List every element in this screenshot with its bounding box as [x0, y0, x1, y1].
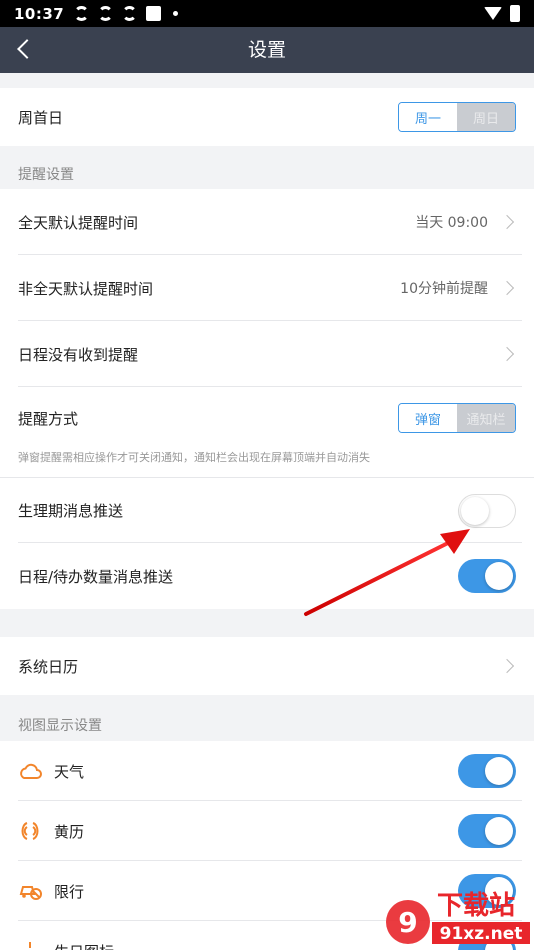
view-item-label: 黄历 [54, 822, 85, 841]
system-calendar-row[interactable]: 系统日历 [0, 637, 534, 695]
view-item-weather: 天气 [0, 741, 534, 801]
battery-icon [510, 5, 520, 22]
nonallday-reminder-row[interactable]: 非全天默认提醒时间 10分钟前提醒 [0, 255, 534, 321]
week-start-segmented[interactable]: 周一 周日 [398, 102, 516, 132]
watermark-sub: 91xz.net [440, 924, 523, 944]
wifi-icon [484, 7, 502, 20]
toggle-knob [461, 496, 489, 525]
count-push-label: 日程/待办数量消息推送 [18, 567, 174, 586]
not-received-reminder-label: 日程没有收到提醒 [18, 345, 139, 364]
birthday-cake-icon [18, 939, 42, 950]
watermark-main: 下载站 [437, 891, 515, 921]
chevron-right-icon [499, 346, 515, 362]
reminder-method-label: 提醒方式 [18, 409, 79, 428]
not-received-reminder-row[interactable]: 日程没有收到提醒 [0, 321, 534, 387]
traffic-restriction-icon [18, 879, 42, 903]
count-push-toggle[interactable] [458, 559, 516, 593]
notification-icon [98, 6, 114, 21]
weather-toggle[interactable] [458, 754, 516, 788]
almanac-toggle[interactable] [458, 814, 516, 848]
reminder-method-segmented[interactable]: 弹窗 通知栏 [398, 403, 516, 433]
notification-bar-option[interactable]: 通知栏 [457, 404, 515, 432]
app-header: 设置 [0, 27, 534, 73]
period-push-row: 生理期消息推送 [0, 477, 534, 543]
count-push-row: 日程/待办数量消息推送 [0, 543, 534, 609]
week-start-row: 周首日 周一 周日 [0, 88, 534, 146]
weather-cloud-icon [18, 759, 42, 783]
allday-reminder-value: 当天 09:00 [415, 215, 488, 231]
reminder-method-row: 提醒方式 弹窗 通知栏 [0, 387, 534, 449]
reminder-settings-header: 提醒设置 [18, 167, 74, 183]
nonallday-reminder-value: 10分钟前提醒 [400, 281, 488, 297]
view-item-label: 天气 [54, 762, 85, 781]
notification-icon [74, 6, 90, 21]
system-calendar-label: 系统日历 [18, 657, 79, 676]
nonallday-reminder-label: 非全天默认提醒时间 [18, 279, 154, 298]
more-notifications-icon [173, 11, 179, 16]
week-start-sunday-option[interactable]: 周日 [457, 103, 515, 131]
period-push-label: 生理期消息推送 [18, 502, 124, 520]
notification-icon [122, 6, 138, 21]
week-start-section: 周首日 周一 周日 [0, 88, 534, 146]
chevron-right-icon [499, 214, 515, 230]
toggle-knob [485, 757, 513, 785]
allday-reminder-row[interactable]: 全天默认提醒时间 当天 09:00 [0, 189, 534, 255]
chevron-right-icon [499, 658, 515, 674]
app-notification-icon [146, 6, 162, 21]
view-settings-header: 视图显示设置 [18, 718, 102, 734]
toggle-knob [485, 817, 513, 845]
site-watermark: 9 下载站 91xz.net [384, 880, 534, 950]
popup-option[interactable]: 弹窗 [399, 404, 457, 432]
almanac-icon [18, 819, 42, 843]
system-calendar-section: 系统日历 [0, 637, 534, 695]
status-time: 10:37 [14, 4, 65, 23]
page-title: 设置 [247, 39, 286, 61]
chevron-right-icon [499, 280, 515, 296]
week-start-monday-option[interactable]: 周一 [399, 103, 457, 131]
period-push-toggle[interactable] [458, 493, 516, 528]
status-bar: 10:37 [0, 0, 534, 27]
week-start-label: 周首日 [18, 108, 64, 127]
reminder-method-hint: 弹窗提醒需相应操作才可关闭通知，通知栏会出现在屏幕顶端并自动消失 [18, 451, 370, 464]
view-item-almanac: 黄历 [0, 801, 534, 861]
allday-reminder-label: 全天默认提醒时间 [18, 213, 139, 232]
reminder-section: 全天默认提醒时间 当天 09:00 非全天默认提醒时间 10分钟前提醒 日程没有… [0, 189, 534, 609]
svg-text:9: 9 [398, 906, 417, 939]
toggle-knob [485, 562, 513, 590]
